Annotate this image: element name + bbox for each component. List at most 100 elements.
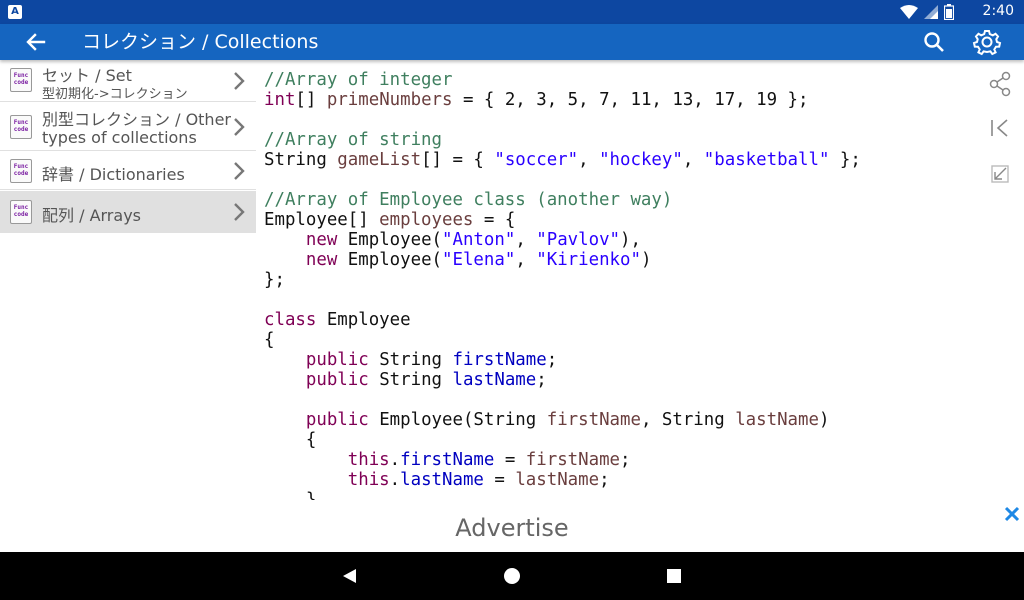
code-line: {	[264, 430, 964, 450]
sidebar-item-label: 配列 / Arrays	[42, 206, 141, 225]
close-icon[interactable]	[1002, 504, 1022, 524]
code-token: firstName	[546, 410, 641, 430]
code-token: [] = {	[421, 150, 495, 170]
code-token: {	[264, 430, 317, 450]
code-line: new Employee("Elena", "Kirienko")	[264, 250, 964, 270]
sidebar: Func code セット / Set 型初期化->コレクション Func co…	[0, 60, 256, 504]
sidebar-item-arrays[interactable]: Func code 配列 / Arrays	[0, 191, 256, 233]
sidebar-item-dictionaries[interactable]: Func code 辞書 / Dictionaries	[0, 152, 256, 190]
code-line: //Array of integer	[264, 70, 964, 90]
func-code-icon: Func code	[10, 115, 32, 139]
battery-icon	[944, 4, 954, 20]
chevron-right-icon	[234, 118, 245, 136]
code-token: , String	[640, 410, 736, 430]
code-token: "Anton"	[442, 230, 516, 250]
ad-banner[interactable]: Advertise	[0, 504, 1024, 552]
sidebar-item-other-types[interactable]: Func code 別型コレクション / Other types of coll…	[0, 103, 256, 151]
code-token: = {	[473, 210, 516, 230]
func-code-icon: Func code	[10, 68, 32, 92]
code-token: employees	[379, 210, 474, 230]
app-bar: コレクション / Collections	[0, 24, 1024, 60]
code-line: String gameList[] = { "soccer", "hockey"…	[264, 150, 964, 170]
code-line: }	[264, 490, 964, 500]
code-token: //Array of string	[264, 130, 442, 150]
code-token: ;	[546, 350, 558, 370]
code-line: this.firstName = firstName;	[264, 450, 964, 470]
code-line: class Employee	[264, 310, 964, 330]
back-triangle-icon[interactable]	[340, 566, 360, 586]
code-line: int[] primeNumbers = { 2, 3, 5, 7, 11, 1…	[264, 90, 964, 110]
code-token: ;	[620, 450, 631, 470]
sidebar-item-label: 辞書 / Dictionaries	[42, 165, 185, 184]
code-token: "basketball"	[703, 150, 830, 170]
code-line: //Array of Employee class (another way)	[264, 190, 964, 210]
code-token: this	[347, 450, 390, 470]
code-token: "soccer"	[494, 150, 579, 170]
clock: 2:40	[982, 3, 1014, 19]
code-token: .	[389, 450, 401, 470]
wifi-icon	[900, 5, 918, 19]
code-line: public String firstName;	[264, 350, 964, 370]
code-token: lastName	[452, 370, 537, 390]
code-token: };	[829, 150, 861, 170]
signal-icon	[924, 5, 938, 19]
recents-square-icon[interactable]	[664, 566, 684, 586]
arrow-left-icon[interactable]	[22, 30, 50, 54]
system-navigation-bar	[0, 552, 1024, 600]
code-token: lastName	[515, 470, 600, 490]
code-token: this	[347, 470, 390, 490]
code-token: "Kirienko"	[536, 250, 641, 270]
code-token: ,	[578, 150, 600, 170]
func-code-icon: Func code	[10, 159, 32, 183]
code-token: "Elena"	[442, 250, 516, 270]
code-token: ,	[682, 150, 704, 170]
search-icon[interactable]	[922, 30, 948, 54]
code-token: }	[264, 490, 317, 500]
gear-icon[interactable]	[972, 28, 1002, 56]
code-line: };	[264, 270, 964, 290]
sidebar-item-set[interactable]: Func code セット / Set 型初期化->コレクション	[0, 60, 256, 102]
code-token: =	[483, 470, 516, 490]
code-line: //Array of string	[264, 130, 964, 150]
chevron-right-icon	[234, 162, 245, 180]
skip-to-start-icon[interactable]	[986, 114, 1014, 142]
code-token: new	[305, 250, 338, 270]
chevron-right-icon	[234, 72, 245, 90]
sidebar-item-label: 別型コレクション / Other	[42, 110, 231, 129]
page-title: コレクション / Collections	[82, 31, 319, 53]
ad-text: Advertise	[455, 514, 569, 542]
code-token: firstName	[452, 350, 547, 370]
code-token: ,	[515, 230, 537, 250]
code-token: "Pavlov"	[536, 230, 621, 250]
code-token: class	[264, 310, 317, 330]
code-token: String	[368, 370, 453, 390]
code-token: public	[305, 350, 369, 370]
code-token: Employee[]	[264, 210, 380, 230]
code-line: {	[264, 330, 964, 350]
code-token: {	[264, 330, 275, 350]
code-token: ),	[620, 230, 641, 250]
code-viewer[interactable]: //Array of integer int[] primeNumbers = {…	[264, 70, 964, 500]
code-token: Employee(	[337, 250, 443, 270]
code-line: this.lastName = lastName;	[264, 470, 964, 490]
code-token: Employee(String	[368, 410, 547, 430]
code-token: int	[264, 90, 296, 110]
code-line: Employee[] employees = {	[264, 210, 964, 230]
status-icons	[900, 4, 954, 20]
home-circle-icon[interactable]	[502, 566, 522, 586]
share-icon[interactable]	[986, 70, 1014, 98]
code-token: )	[818, 410, 830, 430]
code-line: new Employee("Anton", "Pavlov"),	[264, 230, 964, 250]
code-token: String	[264, 150, 338, 170]
code-token: //Array of integer	[264, 70, 453, 90]
collapse-arrow-icon[interactable]	[986, 160, 1014, 188]
code-token: public	[305, 370, 369, 390]
